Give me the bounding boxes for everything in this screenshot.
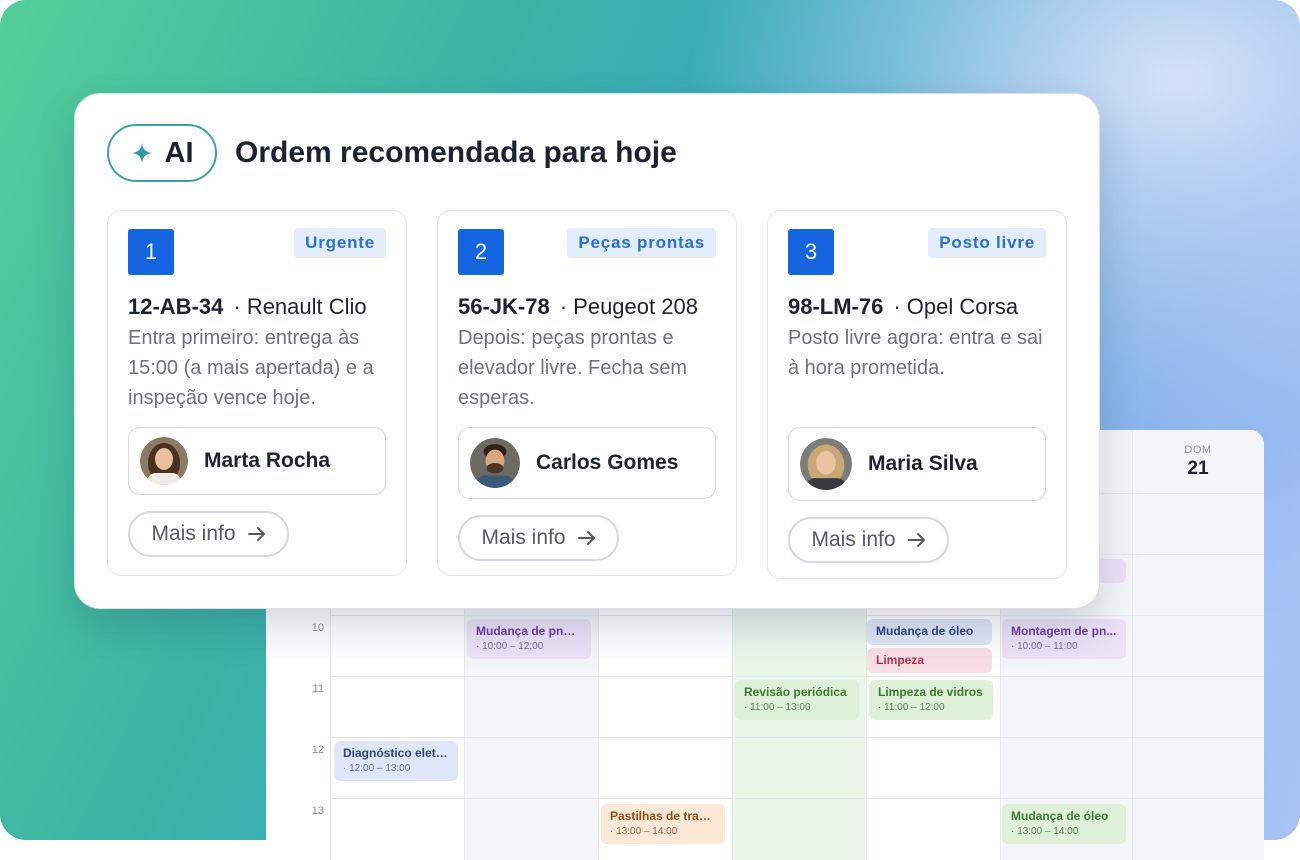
- event-time: · 12:00 – 13:00: [343, 763, 411, 774]
- event-title: Limpeza: [876, 653, 925, 667]
- calendar-event[interactable]: Mudança de óleo: [867, 619, 992, 645]
- vehicle-line: 98-LM-76 · Opel Corsa: [788, 294, 1018, 320]
- status-tag: Urgente: [294, 228, 386, 258]
- more-info-label: Mais info: [811, 528, 896, 551]
- license-plate: 98-LM-76: [788, 294, 884, 319]
- avatar: [470, 438, 520, 488]
- ai-badge: AI: [107, 124, 217, 182]
- hour-label: 12: [311, 744, 324, 756]
- day-number: 21: [1187, 458, 1209, 479]
- recommendation-card-3[interactable]: 3 Posto livre 98-LM-76 · Opel Corsa Posto…: [767, 210, 1067, 579]
- hour-label: 11: [312, 683, 324, 695]
- vehicle-line: 56-JK-78 · Peugeot 208: [458, 294, 698, 320]
- event-title: Revisão periódica: [744, 685, 847, 699]
- more-info-button[interactable]: Mais info: [788, 517, 949, 563]
- calendar-event[interactable]: Diagnóstico eletr... · 12:00 – 13:00: [334, 741, 458, 781]
- calendar-event[interactable]: Revisão periódica · 11:00 – 13:00: [735, 680, 859, 720]
- calendar-event[interactable]: Mudança de pneus · 10:00 – 12:00: [467, 619, 591, 659]
- car-model: · Peugeot 208: [559, 294, 698, 319]
- calendar-event[interactable]: Limpeza de vidros · 11:00 – 12:00: [869, 680, 993, 720]
- arrow-right-icon: [247, 527, 265, 541]
- day-name: DOM: [1184, 444, 1212, 456]
- more-info-button[interactable]: Mais info: [458, 515, 619, 561]
- hour-label: 10: [311, 622, 324, 634]
- assigned-person[interactable]: Carlos Gomes: [458, 427, 716, 499]
- hour-label: 13: [311, 805, 324, 817]
- recommendation-card-1[interactable]: 1 Urgente 12-AB-34 · Renault Clio Entra p…: [107, 210, 407, 576]
- event-time: · 11:00 – 13:00: [744, 702, 811, 713]
- calendar-event[interactable]: Montagem de pn... · 10:00 – 11:00: [1002, 619, 1126, 659]
- avatar: [800, 438, 852, 490]
- recommendation-reason: Entra primeiro: entrega às 15:00 (a mais…: [128, 327, 374, 409]
- calendar-column-sunday: [1132, 430, 1264, 860]
- status-tag: Posto livre: [928, 228, 1046, 258]
- event-title: Limpeza de vidros: [878, 685, 983, 699]
- event-time: · 13:00 – 14:00: [610, 826, 678, 837]
- grid-line: [330, 615, 1264, 616]
- calendar-event[interactable]: Pastilhas de travão · 13:00 – 14:00: [601, 804, 725, 844]
- event-title: Mudança de óleo: [1011, 809, 1109, 823]
- rank-badge: 2: [458, 229, 504, 275]
- recommendation-card-2[interactable]: 2 Peças prontas 56-JK-78 · Peugeot 208 De…: [437, 210, 737, 576]
- license-plate: 56-JK-78: [458, 294, 550, 319]
- event-time: · 10:00 – 11:00: [1011, 641, 1078, 652]
- person-name: Carlos Gomes: [536, 451, 679, 474]
- license-plate: 12-AB-34: [128, 294, 224, 319]
- person-name: Marta Rocha: [204, 449, 331, 472]
- day-header-sunday[interactable]: DOM 21: [1132, 444, 1264, 480]
- assigned-person[interactable]: Maria Silva: [788, 427, 1046, 501]
- ai-label: AI: [164, 136, 194, 169]
- calendar-event[interactable]: Mudança de óleo · 13:00 – 14:00: [1002, 804, 1126, 844]
- rank-badge: 1: [128, 229, 174, 275]
- assigned-person[interactable]: Marta Rocha: [128, 427, 386, 495]
- arrow-right-icon: [907, 533, 925, 547]
- event-time: · 10:00 – 12:00: [476, 641, 544, 652]
- grid-line: [330, 737, 1264, 738]
- calendar-event[interactable]: Limpeza: [867, 648, 992, 673]
- event-title: Mudança de pneus: [476, 624, 582, 638]
- sparkle-icon: [131, 142, 152, 164]
- more-info-label: Mais info: [481, 526, 566, 549]
- grid-line: [330, 676, 1264, 677]
- car-model: · Opel Corsa: [893, 294, 1019, 319]
- more-info-button[interactable]: Mais info: [128, 511, 289, 557]
- person-name: Maria Silva: [868, 452, 978, 475]
- avatar: [140, 437, 188, 485]
- event-time: · 13:00 – 14:00: [1011, 826, 1079, 837]
- rank-badge: 3: [788, 229, 834, 275]
- event-title: Diagnóstico eletr...: [343, 746, 449, 760]
- arrow-right-icon: [577, 531, 595, 545]
- vehicle-line: 12-AB-34 · Renault Clio: [128, 294, 367, 320]
- recommendation-reason: Depois: peças prontas e elevador livre. …: [458, 327, 687, 409]
- ai-recommendation-panel: AI Ordem recomendada para hoje 1 Urgente…: [74, 93, 1100, 609]
- panel-title: Ordem recomendada para hoje: [235, 136, 677, 169]
- more-info-label: Mais info: [151, 522, 236, 545]
- recommendation-reason: Posto livre agora: entra e sai à hora pr…: [788, 327, 1043, 379]
- car-model: · Renault Clio: [233, 294, 367, 319]
- grid-line: [330, 798, 1264, 799]
- event-title: Mudança de óleo: [876, 624, 974, 638]
- status-tag: Peças prontas: [567, 228, 716, 258]
- event-time: · 11:00 – 12:00: [878, 702, 945, 713]
- event-title: Pastilhas de travão: [610, 809, 716, 823]
- event-title: Montagem de pn...: [1011, 624, 1117, 638]
